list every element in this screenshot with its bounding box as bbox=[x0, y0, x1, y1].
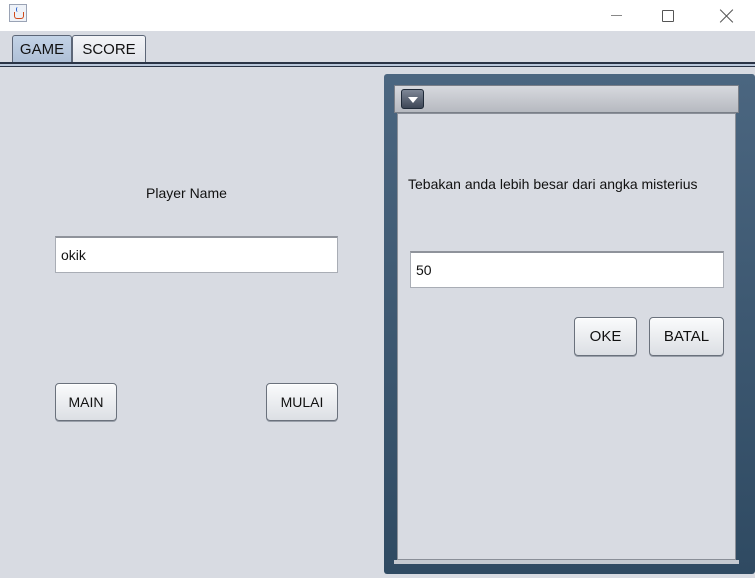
minimize-icon bbox=[610, 15, 622, 16]
internal-frame-title-bar[interactable] bbox=[394, 85, 739, 113]
guess-input[interactable] bbox=[410, 251, 724, 288]
minimize-button[interactable] bbox=[593, 0, 639, 31]
batal-button[interactable]: BATAL bbox=[649, 317, 724, 356]
player-name-label: Player Name bbox=[146, 185, 227, 201]
internal-frame-bottom-edge bbox=[394, 560, 739, 564]
tab-game[interactable]: GAME bbox=[12, 35, 72, 63]
close-button[interactable] bbox=[704, 0, 750, 31]
tab-score[interactable]: SCORE bbox=[72, 35, 146, 63]
maximize-button[interactable] bbox=[645, 0, 691, 31]
player-name-input[interactable] bbox=[55, 236, 338, 273]
tab-divider bbox=[0, 62, 755, 67]
main-button[interactable]: MAIN bbox=[55, 383, 117, 421]
maximize-icon bbox=[662, 9, 674, 22]
oke-button[interactable]: OKE bbox=[574, 317, 637, 356]
java-cup-icon[interactable] bbox=[9, 4, 27, 22]
close-icon bbox=[720, 9, 734, 23]
title-bar bbox=[0, 0, 755, 31]
mulai-button[interactable]: MULAI bbox=[266, 383, 338, 421]
chevron-down-icon bbox=[407, 96, 418, 103]
result-message: Tebakan anda lebih besar dari angka mist… bbox=[408, 176, 698, 192]
frame-menu-button[interactable] bbox=[401, 89, 424, 109]
